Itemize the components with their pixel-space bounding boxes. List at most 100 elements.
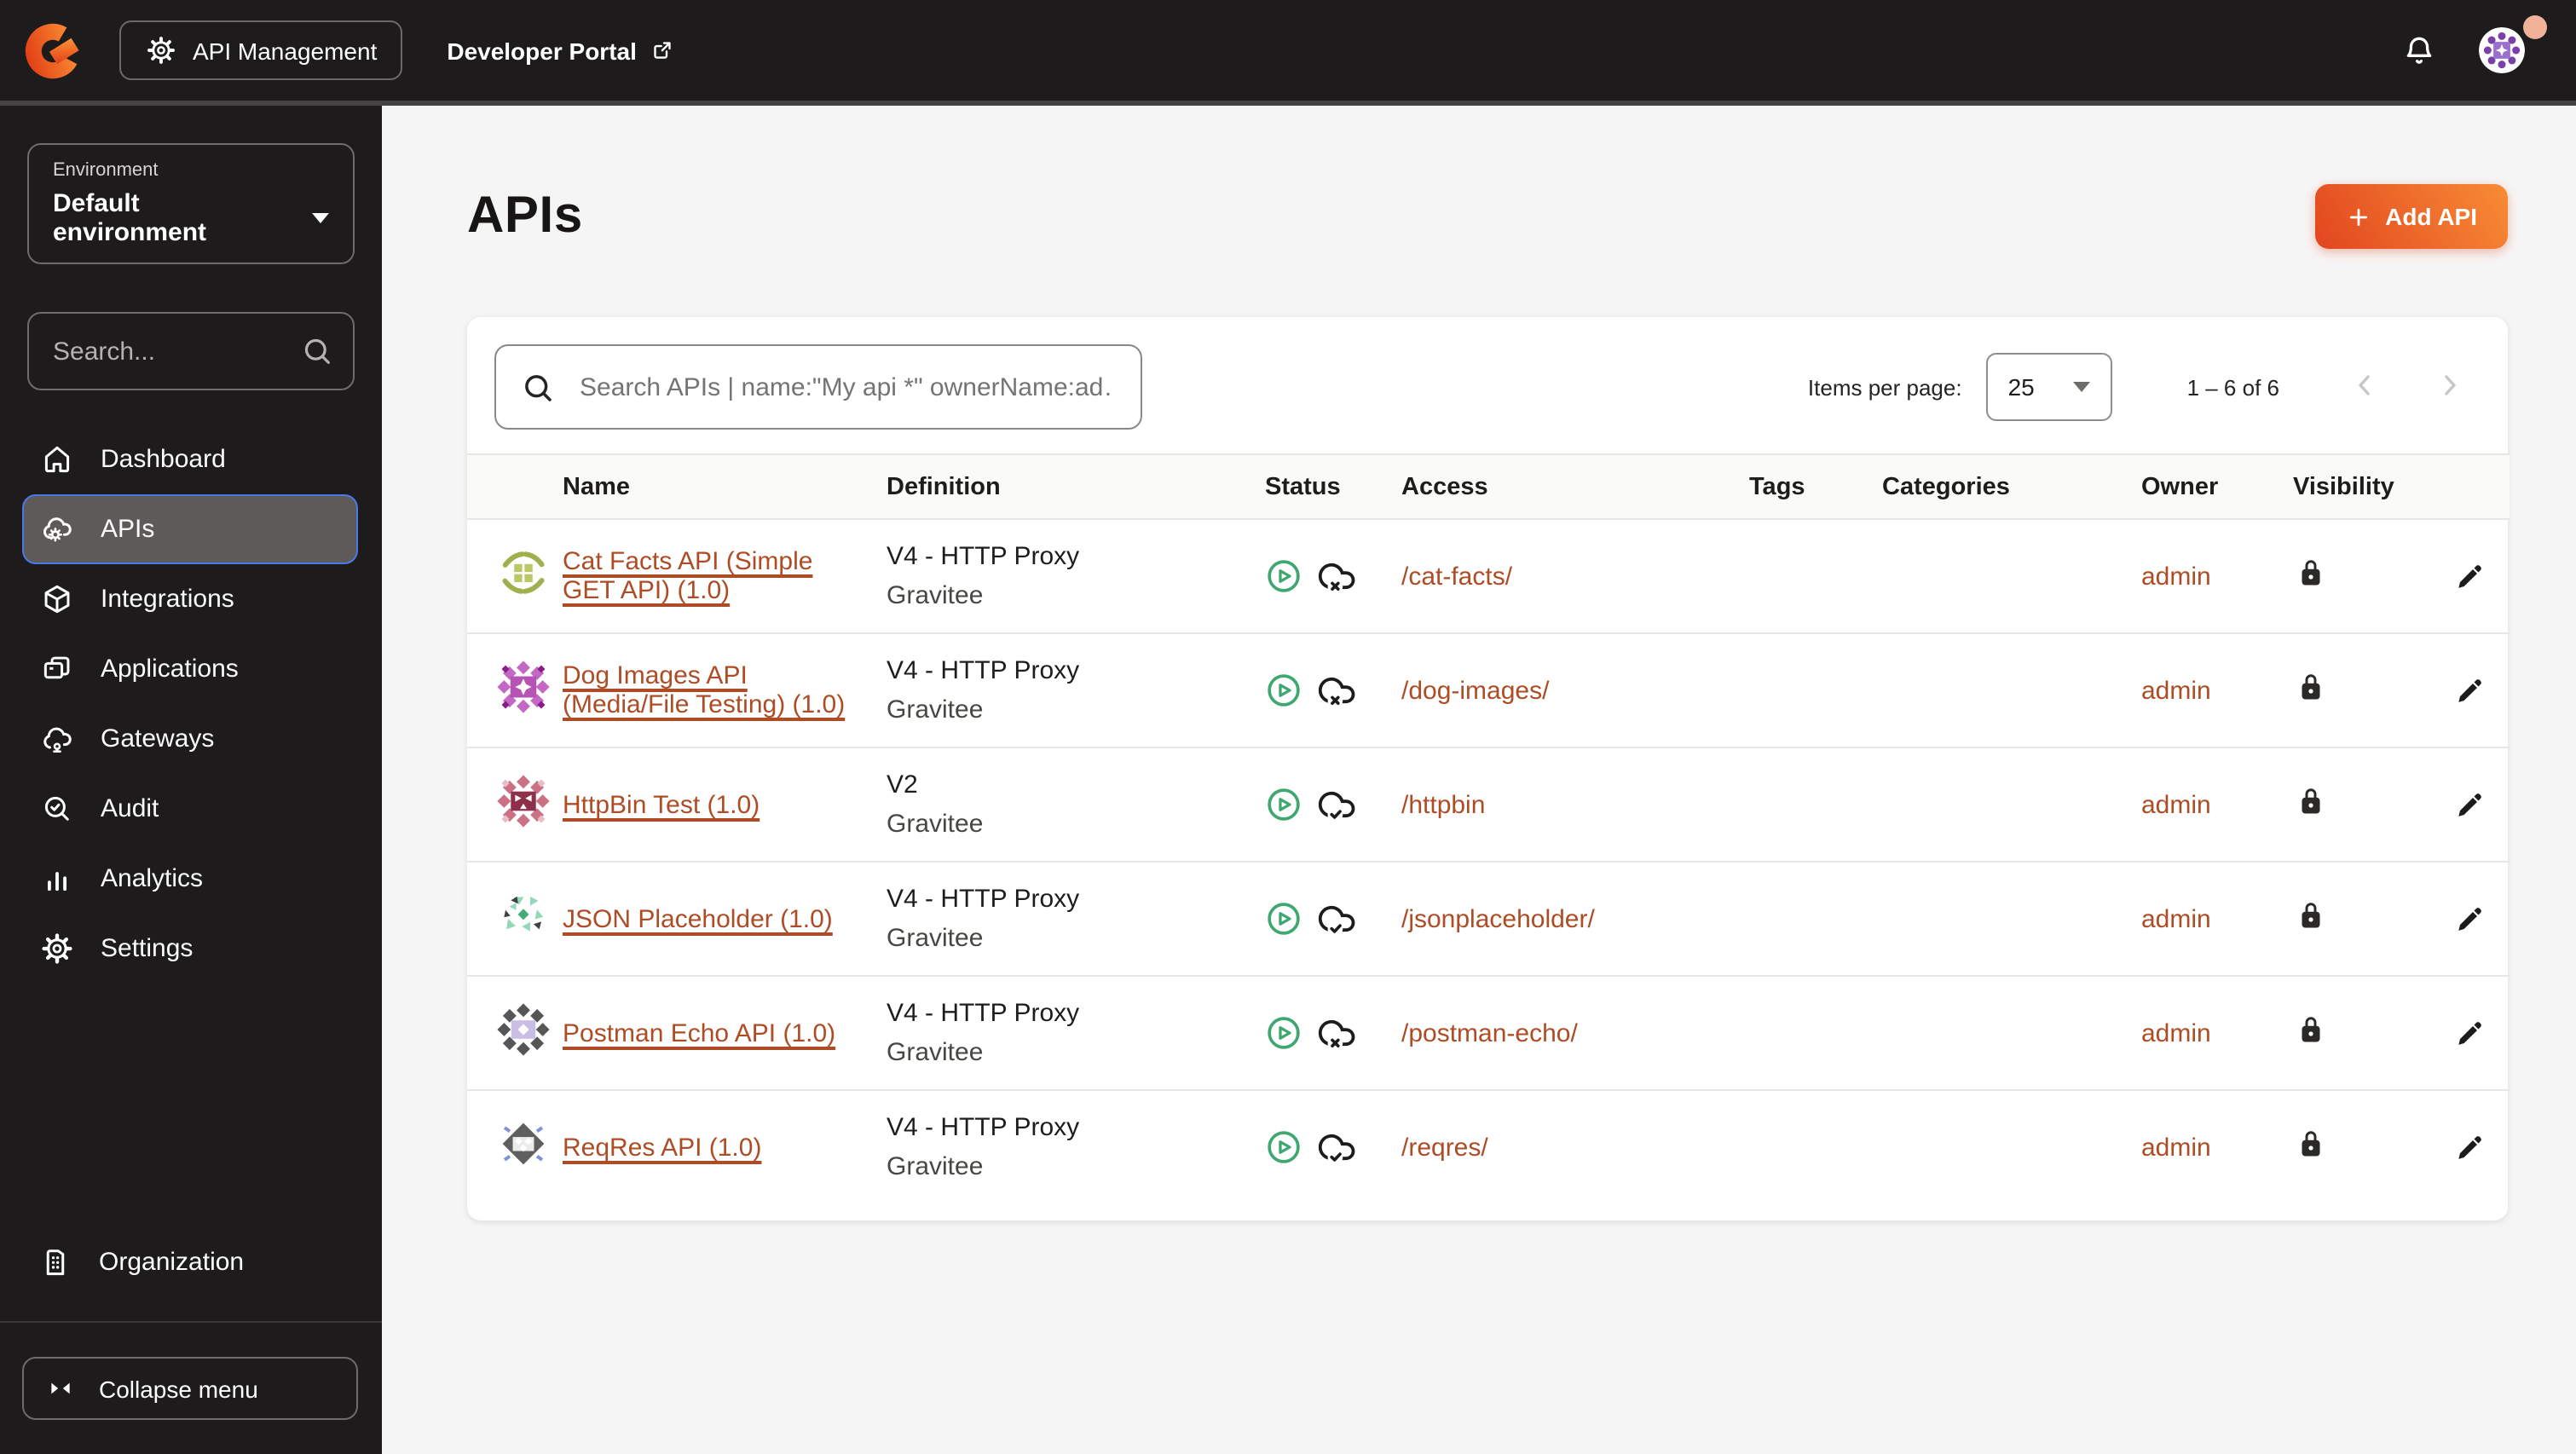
api-started-icon bbox=[1265, 786, 1302, 823]
page-title: APIs bbox=[467, 188, 583, 245]
api-tags bbox=[1736, 862, 1868, 978]
sidebar-item-settings[interactable]: Settings bbox=[22, 914, 358, 984]
chevron-left-icon bbox=[2359, 374, 2370, 395]
organization-icon bbox=[46, 1249, 65, 1276]
table-row: ReqRes API (1.0) V4 - HTTP Proxy Gravite… bbox=[467, 1090, 2510, 1203]
api-access-link[interactable]: /cat-facts/ bbox=[1401, 562, 1512, 591]
sidebar-item-applications[interactable]: Applications bbox=[22, 634, 358, 704]
api-definition: V4 - HTTP Proxy bbox=[887, 1113, 1080, 1143]
api-access-link[interactable]: /reqres/ bbox=[1401, 1133, 1488, 1162]
sidebar-item-analytics[interactable]: Analytics bbox=[22, 844, 358, 914]
sidebar-item-audit[interactable]: Audit bbox=[22, 774, 358, 844]
sidebar-item-label: Applications bbox=[101, 655, 239, 684]
previous-page-button[interactable] bbox=[2344, 364, 2385, 410]
api-owner-link[interactable]: admin bbox=[2141, 676, 2211, 705]
api-search-input[interactable] bbox=[576, 371, 1117, 404]
api-categories bbox=[1868, 633, 2128, 749]
edit-api-button[interactable] bbox=[2445, 895, 2492, 943]
page-size-value: 25 bbox=[2007, 373, 2035, 401]
lock-icon bbox=[2293, 783, 2329, 819]
api-started-icon bbox=[1265, 900, 1302, 938]
gear-icon bbox=[39, 931, 75, 966]
api-tags bbox=[1736, 976, 1868, 1092]
api-name-link[interactable]: JSON Placeholder (1.0) bbox=[563, 904, 833, 933]
product-switcher-label: API Management bbox=[193, 37, 378, 64]
sidebar-item-gateways[interactable]: Gateways bbox=[22, 704, 358, 774]
product-switcher[interactable]: API Management bbox=[119, 20, 403, 80]
api-owner-link[interactable]: admin bbox=[2141, 904, 2211, 933]
developer-portal-link[interactable]: Developer Portal bbox=[447, 37, 676, 64]
portal-unpublished-icon bbox=[1316, 670, 1357, 711]
api-started-icon bbox=[1265, 1014, 1302, 1052]
chevron-down-icon bbox=[312, 213, 329, 223]
api-access-link[interactable]: /postman-echo/ bbox=[1401, 1018, 1578, 1047]
sidebar-item-organization[interactable]: Organization bbox=[0, 1227, 382, 1297]
add-api-button[interactable]: Add API bbox=[2315, 184, 2508, 250]
sidebar-item-label: Gateways bbox=[101, 724, 215, 753]
sidebar-divider bbox=[0, 1321, 382, 1323]
column-header-owner: Owner bbox=[2128, 453, 2279, 521]
edit-api-button[interactable] bbox=[2445, 781, 2492, 828]
api-started-icon bbox=[1265, 1128, 1302, 1166]
api-owner-link[interactable]: admin bbox=[2141, 1133, 2211, 1162]
api-avatar bbox=[494, 1001, 552, 1059]
api-provider: Gravitee bbox=[887, 810, 984, 840]
column-header-definition: Definition bbox=[873, 453, 1251, 521]
environment-select[interactable]: Environment Default environment bbox=[27, 143, 355, 264]
table-row: Postman Echo API (1.0) V4 - HTTP Proxy G… bbox=[467, 976, 2510, 1092]
page-size-select[interactable]: 25 bbox=[1985, 353, 2112, 422]
cube-icon bbox=[44, 585, 70, 614]
api-tags bbox=[1736, 747, 1868, 863]
api-owner-link[interactable]: admin bbox=[2141, 790, 2211, 819]
sidebar-item-integrations[interactable]: Integrations bbox=[22, 564, 358, 634]
edit-api-button[interactable] bbox=[2445, 552, 2492, 600]
developer-portal-label: Developer Portal bbox=[447, 37, 637, 64]
api-access-link[interactable]: /jsonplaceholder/ bbox=[1401, 904, 1595, 933]
app-window: API Management Developer Portal Environm… bbox=[0, 0, 2576, 1454]
sidebar-item-apis[interactable]: APIs bbox=[22, 494, 358, 564]
table-toolbar: Items per page: 25 1 – 6 of 6 bbox=[467, 317, 2508, 453]
api-owner-link[interactable]: admin bbox=[2141, 1018, 2211, 1047]
edit-api-button[interactable] bbox=[2445, 1123, 2492, 1171]
user-avatar-image bbox=[2479, 27, 2525, 73]
column-header-status: Status bbox=[1251, 453, 1388, 521]
apis-table: Name Definition Status Access Tags Categ… bbox=[467, 453, 2510, 1203]
api-categories bbox=[1868, 862, 2128, 978]
api-name-link[interactable]: Dog Images API (Media/File Testing) (1.0… bbox=[563, 661, 845, 719]
portal-publication-icon bbox=[1316, 784, 1357, 825]
api-owner-link[interactable]: admin bbox=[2141, 562, 2211, 591]
sidebar-nav: Dashboard APIs Integrations Applications… bbox=[0, 424, 382, 984]
chevron-right-icon bbox=[2445, 374, 2456, 395]
portal-publication-icon bbox=[1316, 670, 1357, 711]
main-content: APIs Add API Ite bbox=[382, 106, 2576, 1454]
table-header-row: Name Definition Status Access Tags Categ… bbox=[467, 453, 2510, 521]
table-row: Cat Facts API (Simple GET API) (1.0) V4 … bbox=[467, 519, 2510, 635]
api-provider: Gravitee bbox=[887, 1038, 984, 1068]
sidebar-item-label: Organization bbox=[99, 1248, 245, 1277]
sidebar-item-label: Settings bbox=[101, 934, 193, 963]
sidebar-item-label: Integrations bbox=[101, 585, 234, 614]
pencil-icon bbox=[2452, 673, 2486, 707]
edit-api-button[interactable] bbox=[2445, 1009, 2492, 1057]
api-categories bbox=[1868, 976, 2128, 1092]
search-check-icon bbox=[44, 796, 69, 821]
api-name-link[interactable]: HttpBin Test (1.0) bbox=[563, 790, 760, 819]
api-access-link[interactable]: /dog-images/ bbox=[1401, 676, 1549, 705]
api-name-link[interactable]: Postman Echo API (1.0) bbox=[563, 1018, 835, 1047]
notifications-button[interactable] bbox=[2390, 21, 2448, 79]
gravitee-logo[interactable] bbox=[20, 18, 85, 83]
sidebar-item-dashboard[interactable]: Dashboard bbox=[22, 424, 358, 494]
environment-label: Environment bbox=[53, 160, 159, 181]
api-access-link[interactable]: /httpbin bbox=[1401, 790, 1485, 819]
user-avatar[interactable] bbox=[2479, 27, 2525, 73]
applications-icon bbox=[43, 656, 70, 679]
api-tags bbox=[1736, 519, 1868, 635]
api-categories bbox=[1868, 1090, 2128, 1203]
api-name-link[interactable]: ReqRes API (1.0) bbox=[563, 1133, 761, 1162]
edit-api-button[interactable] bbox=[2445, 666, 2492, 714]
collapse-menu-button[interactable]: Collapse menu bbox=[22, 1357, 358, 1420]
api-definition: V4 - HTTP Proxy bbox=[887, 656, 1080, 686]
api-name-link[interactable]: Cat Facts API (Simple GET API) (1.0) bbox=[563, 547, 812, 605]
pencil-icon bbox=[2452, 902, 2486, 936]
next-page-button[interactable] bbox=[2429, 364, 2470, 410]
